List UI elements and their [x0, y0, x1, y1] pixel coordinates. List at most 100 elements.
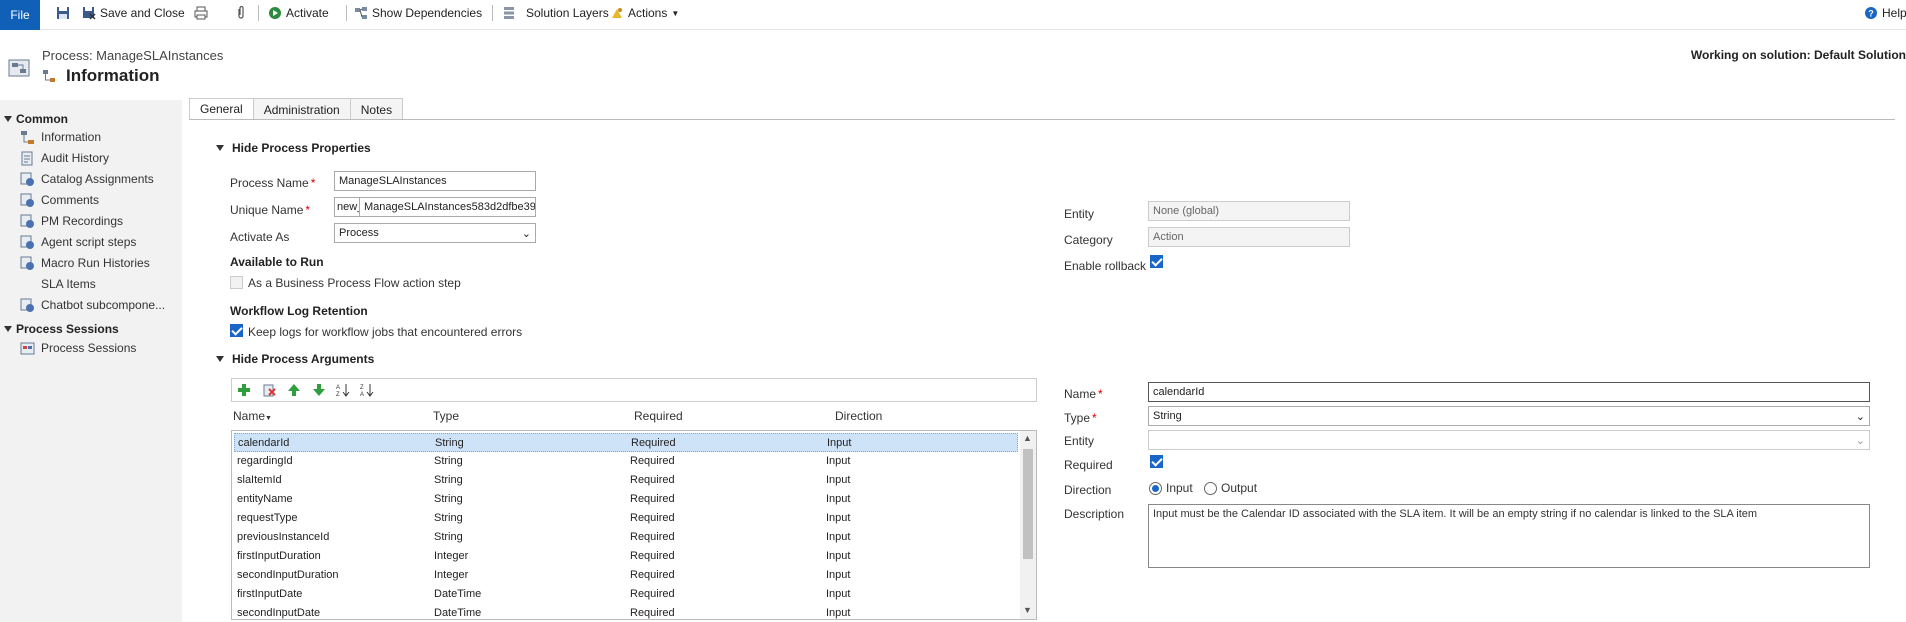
cell-direction: Input [826, 588, 851, 600]
sort-descending-icon[interactable]: ZA [360, 383, 374, 397]
table-row[interactable]: entityName String Required Input [234, 490, 1018, 509]
arg-type-select[interactable]: String ⌄ [1148, 406, 1870, 426]
sidebar-item-label: Catalog Assignments [41, 172, 154, 186]
sidebar-item-chatbot-subcomponents[interactable]: Chatbot subcompone... [20, 296, 165, 314]
arg-entity-select[interactable]: ⌄ [1148, 430, 1870, 450]
save-button[interactable] [56, 4, 70, 22]
collapse-triangle-icon [4, 326, 12, 332]
arg-direction-label: Direction [1064, 483, 1112, 497]
column-header-required[interactable]: Required [634, 409, 683, 423]
dependencies-icon [355, 7, 367, 19]
sidebar-item-label: Macro Run Histories [41, 256, 150, 270]
sidebar-item-pm-recordings[interactable]: PM Recordings [20, 212, 123, 230]
chevron-down-icon: ⌄ [521, 228, 531, 240]
print-icon [194, 6, 208, 20]
show-dependencies-button[interactable]: Show Dependencies [354, 4, 482, 22]
collapse-triangle-icon [4, 116, 12, 122]
add-argument-icon[interactable] [237, 383, 251, 397]
scroll-up-icon[interactable]: ▲ [1023, 433, 1032, 443]
related-entity-icon [20, 298, 34, 312]
unique-name-label: Unique Name * [230, 203, 310, 217]
move-up-icon[interactable] [287, 383, 301, 397]
tab-notes[interactable]: Notes [349, 98, 404, 120]
direction-input-radio[interactable] [1149, 482, 1162, 495]
table-row[interactable]: firstInputDuration Integer Required Inpu… [234, 547, 1018, 566]
svg-text:?: ? [1868, 9, 1874, 19]
hide-process-properties-toggle[interactable]: Hide Process Properties [216, 141, 371, 155]
scrollbar-thumb[interactable] [1023, 449, 1033, 559]
sidebar-item-agent-script-steps[interactable]: Agent script steps [20, 233, 136, 251]
column-header-direction[interactable]: Direction [835, 409, 882, 423]
entity-field: None (global) [1148, 201, 1350, 221]
cell-required: Required [630, 531, 675, 543]
tab-administration[interactable]: Administration [252, 98, 351, 120]
enable-rollback-checkbox[interactable] [1150, 255, 1163, 268]
cell-name: entityName [237, 493, 293, 505]
scroll-down-icon[interactable]: ▼ [1023, 605, 1032, 615]
solution-layers-button[interactable]: Solution Layers [502, 4, 609, 22]
activate-button[interactable]: Activate [268, 4, 329, 22]
cell-name: firstInputDate [237, 588, 303, 600]
table-row[interactable]: calendarId String Required Input [234, 433, 1018, 452]
sidebar-item-sla-items[interactable]: SLA Items [20, 275, 96, 293]
related-entity-icon [20, 235, 34, 249]
column-header-name[interactable]: Name▼ [233, 409, 272, 423]
activate-label: Activate [286, 6, 329, 20]
unique-name-field[interactable]: ManageSLAInstances583d2dfbe39a [360, 197, 536, 217]
table-row[interactable]: slaItemId String Required Input [234, 471, 1018, 490]
cell-direction: Input [827, 437, 852, 449]
required-marker: * [1092, 411, 1097, 425]
sidebar-item-process-sessions[interactable]: Process Sessions [20, 339, 136, 357]
sidebar-item-macro-run-histories[interactable]: Macro Run Histories [20, 254, 150, 272]
sidebar-item-audit-history[interactable]: Audit History [20, 149, 109, 167]
solution-layers-label: Solution Layers [526, 6, 609, 20]
bpf-action-step-checkbox[interactable] [230, 276, 243, 289]
grid-scrollbar[interactable]: ▲ ▼ [1020, 431, 1036, 619]
activate-as-label: Activate As [230, 230, 290, 244]
entity-label: Entity [1064, 207, 1095, 221]
process-name-field[interactable]: ManageSLAInstances [334, 171, 536, 191]
cell-name: firstInputDuration [237, 550, 321, 562]
arg-type-text: Type [1064, 411, 1091, 425]
common-section-header[interactable]: Common [4, 112, 68, 126]
table-row[interactable]: firstInputDate DateTime Required Input [234, 585, 1018, 604]
sidebar-item-catalog-assignments[interactable]: Catalog Assignments [20, 170, 154, 188]
save-and-close-button[interactable]: Save and Close [82, 4, 185, 22]
sidebar-item-comments[interactable]: Comments [20, 191, 99, 209]
enable-rollback-label: Enable rollback [1064, 259, 1147, 273]
activate-icon [269, 7, 281, 19]
paperclip-icon [238, 6, 244, 19]
direction-output-radio[interactable] [1204, 482, 1217, 495]
sidebar-item-label: Chatbot subcompone... [41, 298, 166, 312]
related-entity-icon [20, 193, 34, 207]
arg-required-checkbox[interactable] [1150, 455, 1163, 468]
table-row[interactable]: secondInputDuration Integer Required Inp… [234, 566, 1018, 585]
keep-logs-label: Keep logs for workflow jobs that encount… [248, 325, 523, 339]
save-and-close-label: Save and Close [100, 6, 185, 20]
sort-ascending-icon[interactable]: AZ [336, 383, 350, 397]
help-button[interactable]: ? Help [1864, 4, 1906, 22]
table-row[interactable]: secondInputDate DateTime Required Input [234, 604, 1018, 619]
tab-general[interactable]: General [189, 98, 254, 120]
hide-process-arguments-toggle[interactable]: Hide Process Arguments [216, 352, 374, 366]
attach-button[interactable] [234, 4, 248, 22]
table-row[interactable]: regardingId String Required Input [234, 452, 1018, 471]
move-down-icon[interactable] [312, 383, 326, 397]
table-row[interactable]: requestType String Required Input [234, 509, 1018, 528]
print-button[interactable] [194, 4, 208, 22]
column-header-type[interactable]: Type [433, 409, 459, 423]
process-sessions-section-header[interactable]: Process Sessions [4, 322, 119, 336]
process-entity-icon [8, 59, 30, 77]
cell-name: secondInputDuration [237, 569, 339, 581]
section-label: Hide Process Properties [232, 141, 371, 155]
table-row[interactable]: previousInstanceId String Required Input [234, 528, 1018, 547]
activate-as-select[interactable]: Process ⌄ [334, 223, 536, 243]
sidebar-item-information[interactable]: Information [20, 128, 101, 146]
arg-description-field[interactable]: Input must be the Calendar ID associated… [1148, 504, 1870, 568]
actions-menu-button[interactable]: Actions ▼ [610, 4, 679, 22]
delete-argument-icon[interactable] [262, 383, 276, 397]
arg-name-field[interactable]: calendarId [1148, 382, 1870, 402]
keep-logs-checkbox[interactable] [230, 324, 243, 337]
audit-history-icon [21, 151, 33, 165]
file-button[interactable]: File [0, 0, 40, 30]
